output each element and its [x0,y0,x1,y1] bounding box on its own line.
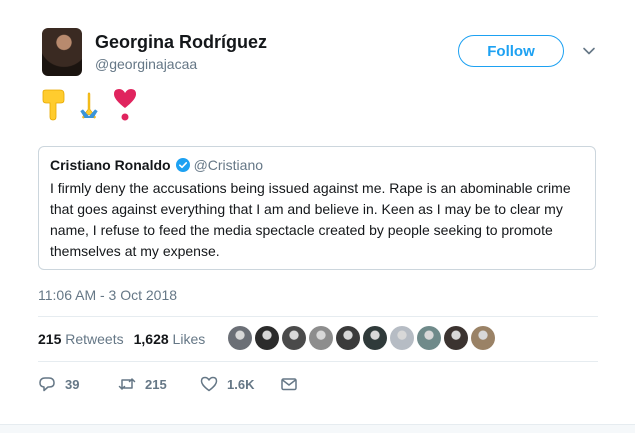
liker-avatar[interactable] [309,326,333,350]
tweet-stats: 215 Retweets 1,628 Likes [38,331,205,347]
likers-avatars [228,326,495,350]
retweet-count: 215 [145,376,167,392]
liker-avatar[interactable] [336,326,360,350]
reply-icon [39,377,55,392]
liker-avatar[interactable] [471,326,495,350]
likes-label: Likes [172,331,206,347]
quoted-author-name[interactable]: Cristiano Ronaldo [50,157,171,173]
verified-badge-icon [175,158,190,172]
liker-avatar[interactable] [282,326,306,350]
reply-button[interactable]: 39 [38,375,118,393]
direct-message-button[interactable] [280,375,298,393]
likes-count: 1,628 [133,331,169,347]
author-name[interactable]: Georgina Rodríguez [95,32,267,53]
tweet-emojis [40,88,138,122]
retweet-icon [118,378,136,390]
divider [38,316,598,317]
liker-avatar[interactable] [417,326,441,350]
like-button[interactable]: 1.6K [200,375,280,393]
quoted-tweet[interactable]: Cristiano Ronaldo @Cristiano I firmly de… [38,146,596,270]
follow-button[interactable]: Follow [458,35,564,67]
folded-hands-icon [80,92,98,119]
retweets-stat[interactable]: 215 Retweets [38,331,124,347]
backhand-index-pointing-down-icon [42,89,65,121]
envelope-icon [281,378,297,391]
liker-avatar[interactable] [390,326,414,350]
quoted-author-handle[interactable]: @Cristiano [194,157,263,173]
heart-icon [200,376,218,392]
liker-avatar[interactable] [255,326,279,350]
liker-avatar[interactable] [228,326,252,350]
liker-avatar[interactable] [444,326,468,350]
author-avatar[interactable] [42,28,82,76]
heavy-heart-exclamation-icon [114,89,136,121]
retweets-label: Retweets [65,331,124,347]
tweet-actions: 39 215 1.6K [38,375,298,393]
like-count: 1.6K [227,376,255,392]
tweet-timestamp[interactable]: 11:06 AM - 3 Oct 2018 [38,287,177,303]
divider [38,361,598,362]
author-handle[interactable]: @georginajacaa [95,56,197,72]
chevron-down-icon[interactable] [582,44,596,58]
reply-count: 39 [65,376,80,392]
likes-stat[interactable]: 1,628 Likes [134,331,206,347]
retweet-button[interactable]: 215 [118,375,200,393]
quoted-tweet-text: I firmly deny the accusations being issu… [50,180,571,259]
retweets-count: 215 [38,331,62,347]
liker-avatar[interactable] [363,326,387,350]
